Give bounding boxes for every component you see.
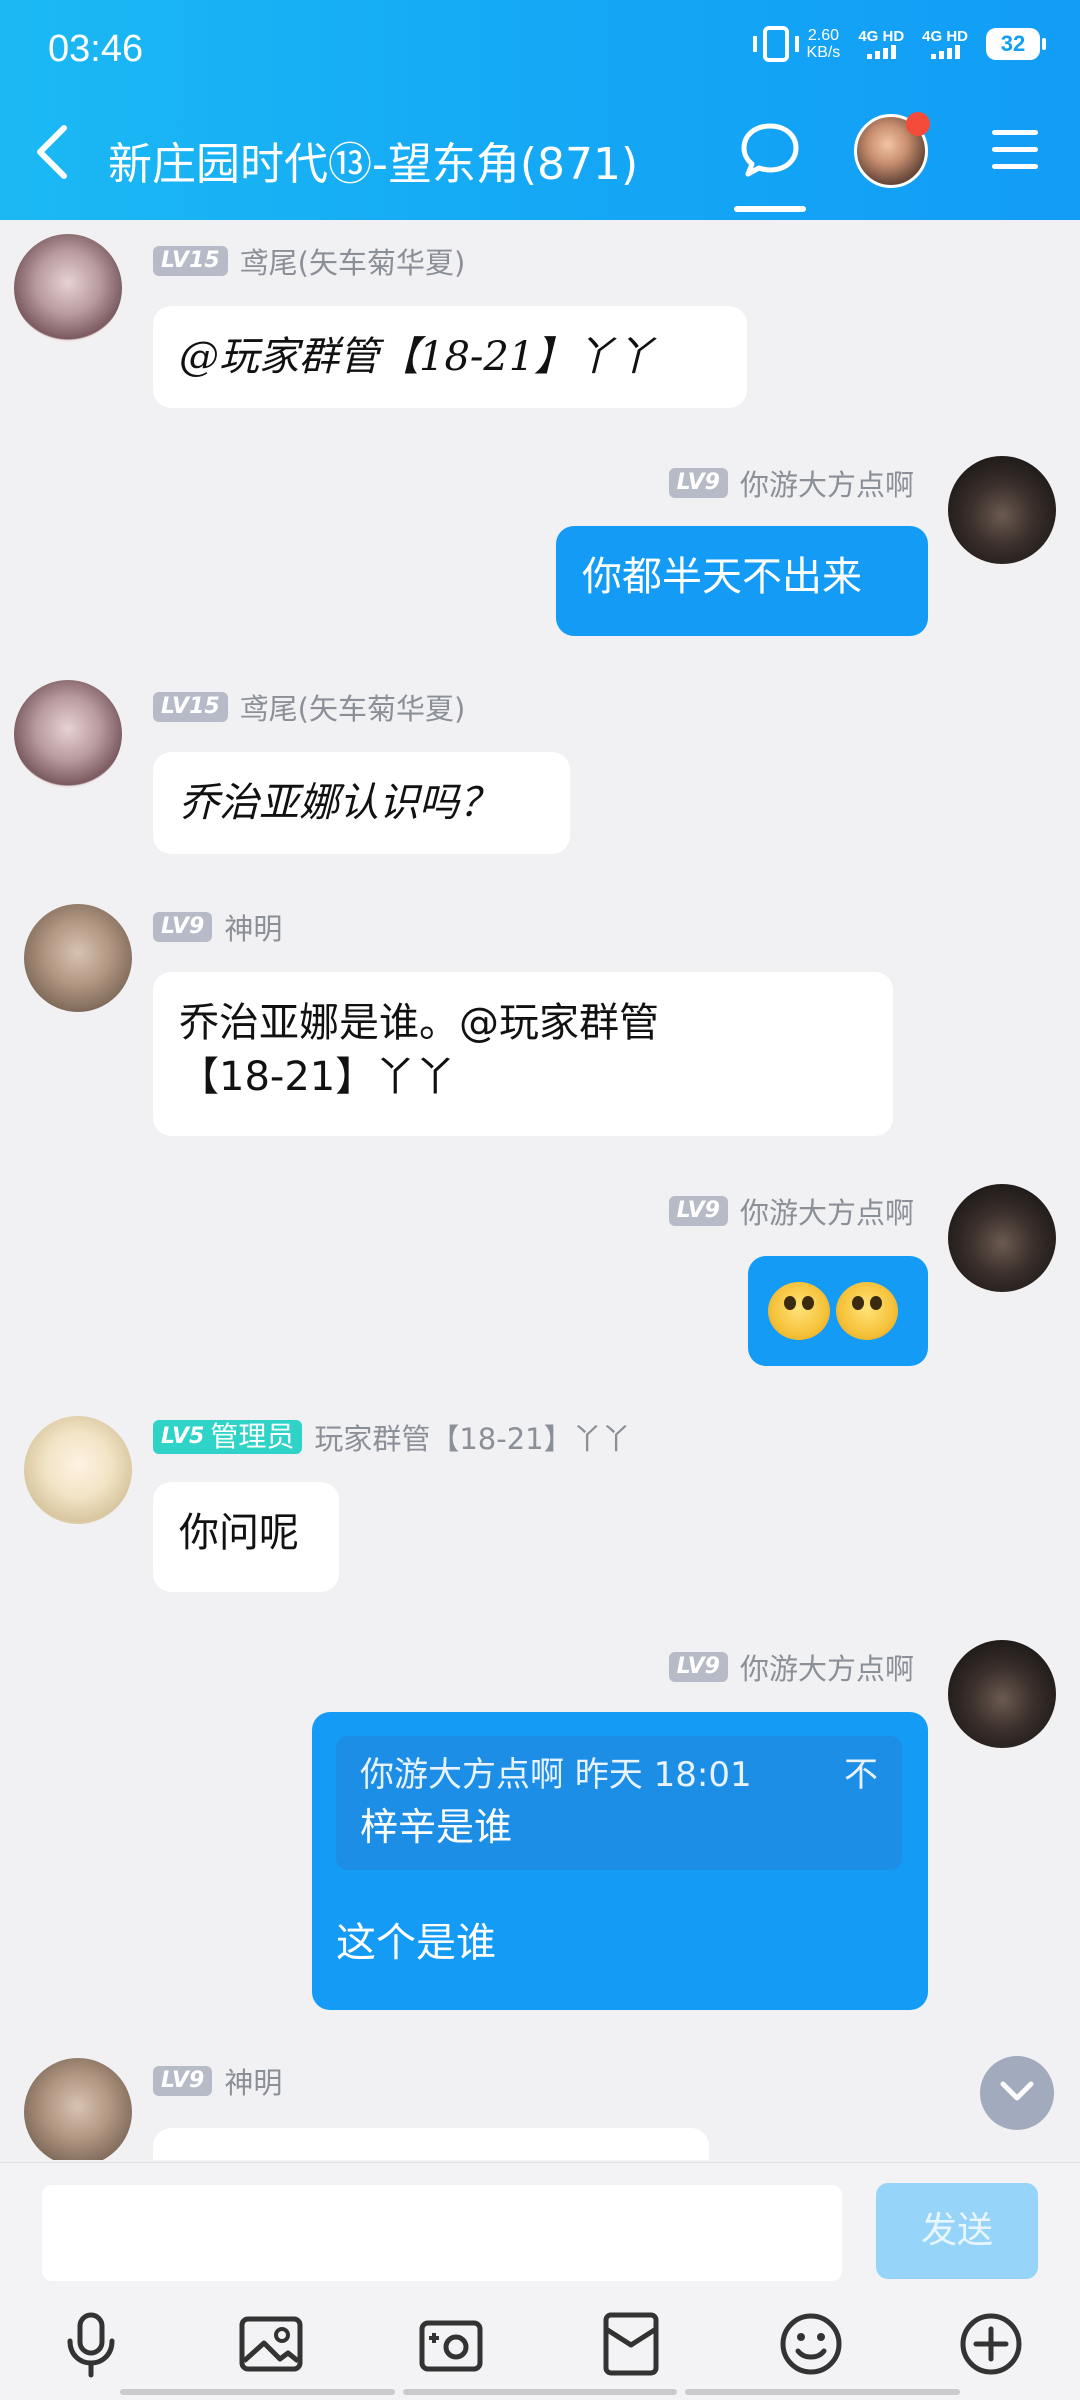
status-icons: 2.60 KB/s 4G HD 4G HD 32 xyxy=(752,26,1046,62)
sender-name[interactable]: 你游大方点啊 xyxy=(740,1646,914,1688)
battery-icon: 32 xyxy=(986,28,1046,60)
message-meta: LV9 神明 xyxy=(153,2060,282,2102)
message-bubble[interactable]: 乔治亚娜是谁。@玩家群管 【18-21】丫丫 xyxy=(153,972,893,1136)
group-title[interactable]: 新庄园时代⑬-望东角(871) xyxy=(108,128,638,192)
message-input[interactable] xyxy=(42,2185,842,2281)
quoted-message[interactable]: 你游大方点啊 昨天 18:01 不 梓辛是谁 xyxy=(336,1736,902,1870)
input-area: 发送 xyxy=(0,2162,1080,2400)
smile-emoji-icon xyxy=(836,1282,898,1340)
avatar[interactable] xyxy=(24,904,132,1012)
quote-author: 你游大方点啊 xyxy=(360,1755,564,1795)
camera-icon[interactable] xyxy=(416,2309,486,2379)
sender-name[interactable]: 鸢尾(矢车菊华夏) xyxy=(240,240,466,282)
message-bubble[interactable] xyxy=(153,2128,709,2160)
avatar[interactable] xyxy=(948,1640,1056,1748)
message-bubble[interactable]: 你问呢 xyxy=(153,1482,339,1592)
message-meta: LV9 你游大方点啊 xyxy=(668,1646,914,1688)
message-bubble[interactable]: 你都半天不出来 xyxy=(556,526,928,636)
sim1-signal-icon: 4G HD xyxy=(858,29,904,59)
red-packet-icon[interactable] xyxy=(596,2309,666,2379)
level-badge: LV15 xyxy=(153,246,228,276)
quote-time: 昨天 18:01 xyxy=(574,1755,752,1795)
sender-name[interactable]: 玩家群管【18-21】丫丫 xyxy=(314,1416,630,1458)
smile-emoji-icon xyxy=(768,1282,830,1340)
level-badge: LV15 xyxy=(153,692,228,722)
microphone-icon[interactable] xyxy=(56,2309,126,2379)
message-text-line: 【18-21】丫丫 xyxy=(179,1054,456,1100)
message-bubble[interactable] xyxy=(748,1256,928,1366)
level-badge: LV9 xyxy=(153,2066,213,2096)
image-icon[interactable] xyxy=(236,2309,306,2379)
message-list[interactable]: LV15 鸢尾(矢车菊华夏) @玩家群管【18-21】丫丫 LV9 你游大方点啊… xyxy=(0,220,1080,2160)
input-toolbar xyxy=(0,2309,1080,2389)
sim2-signal-icon: 4G HD xyxy=(922,29,968,59)
menu-icon[interactable] xyxy=(992,130,1038,170)
message-bubble[interactable]: 乔治亚娜认识吗？ xyxy=(153,752,570,854)
admin-badge: LV5 管理员 xyxy=(153,1420,303,1454)
sender-name[interactable]: 你游大方点啊 xyxy=(740,1190,914,1232)
top-header: 03:46 2.60 KB/s 4G HD 4G HD 32 新庄园时代⑬-望东… xyxy=(0,0,1080,220)
level-badge: LV9 xyxy=(668,1652,728,1682)
quote-text: 梓辛是谁 xyxy=(360,1805,513,1849)
sender-name[interactable]: 神明 xyxy=(224,2060,282,2102)
avatar[interactable] xyxy=(948,1184,1056,1292)
quote-extra: 不 xyxy=(844,1755,878,1795)
chevron-down-icon xyxy=(1000,2081,1034,2101)
message-bubble[interactable]: @玩家群管【18-21】丫丫 xyxy=(153,306,747,408)
net-speed: 2.60 KB/s xyxy=(806,27,841,61)
sender-name[interactable]: 你游大方点啊 xyxy=(740,462,914,504)
sender-name[interactable]: 神明 xyxy=(224,906,282,948)
emoji-icon[interactable] xyxy=(776,2309,846,2379)
avatar[interactable] xyxy=(14,680,122,788)
vibrate-icon xyxy=(752,26,799,62)
chat-bubble-icon[interactable] xyxy=(740,120,800,180)
back-button[interactable] xyxy=(30,122,78,182)
gesture-bar xyxy=(120,2389,961,2395)
plus-icon[interactable] xyxy=(956,2309,1026,2379)
message-meta: LV15 鸢尾(矢车菊华夏) xyxy=(153,240,465,282)
message-meta: LV9 你游大方点啊 xyxy=(668,462,914,504)
active-tab-indicator xyxy=(734,206,806,212)
notification-dot xyxy=(906,112,930,136)
message-meta: LV9 你游大方点啊 xyxy=(668,1190,914,1232)
avatar[interactable] xyxy=(948,456,1056,564)
message-text: 这个是谁 xyxy=(336,1920,496,1966)
message-bubble[interactable]: 你游大方点啊 昨天 18:01 不 梓辛是谁 这个是谁 xyxy=(312,1712,928,2010)
send-button[interactable]: 发送 xyxy=(876,2183,1038,2279)
sender-name[interactable]: 鸢尾(矢车菊华夏) xyxy=(240,686,466,728)
message-text-line: 乔治亚娜是谁。@玩家群管 xyxy=(179,1000,659,1046)
level-badge: LV9 xyxy=(153,912,213,942)
scroll-to-bottom-button[interactable] xyxy=(980,2056,1054,2130)
avatar[interactable] xyxy=(14,234,122,342)
avatar[interactable] xyxy=(24,2058,132,2160)
message-meta: LV9 神明 xyxy=(153,906,282,948)
status-time: 03:46 xyxy=(48,28,144,70)
avatar[interactable] xyxy=(24,1416,132,1524)
level-badge: LV9 xyxy=(668,1196,728,1226)
level-badge: LV9 xyxy=(668,468,728,498)
message-meta: LV5 管理员 玩家群管【18-21】丫丫 xyxy=(153,1416,631,1458)
message-meta: LV15 鸢尾(矢车菊华夏) xyxy=(153,686,465,728)
